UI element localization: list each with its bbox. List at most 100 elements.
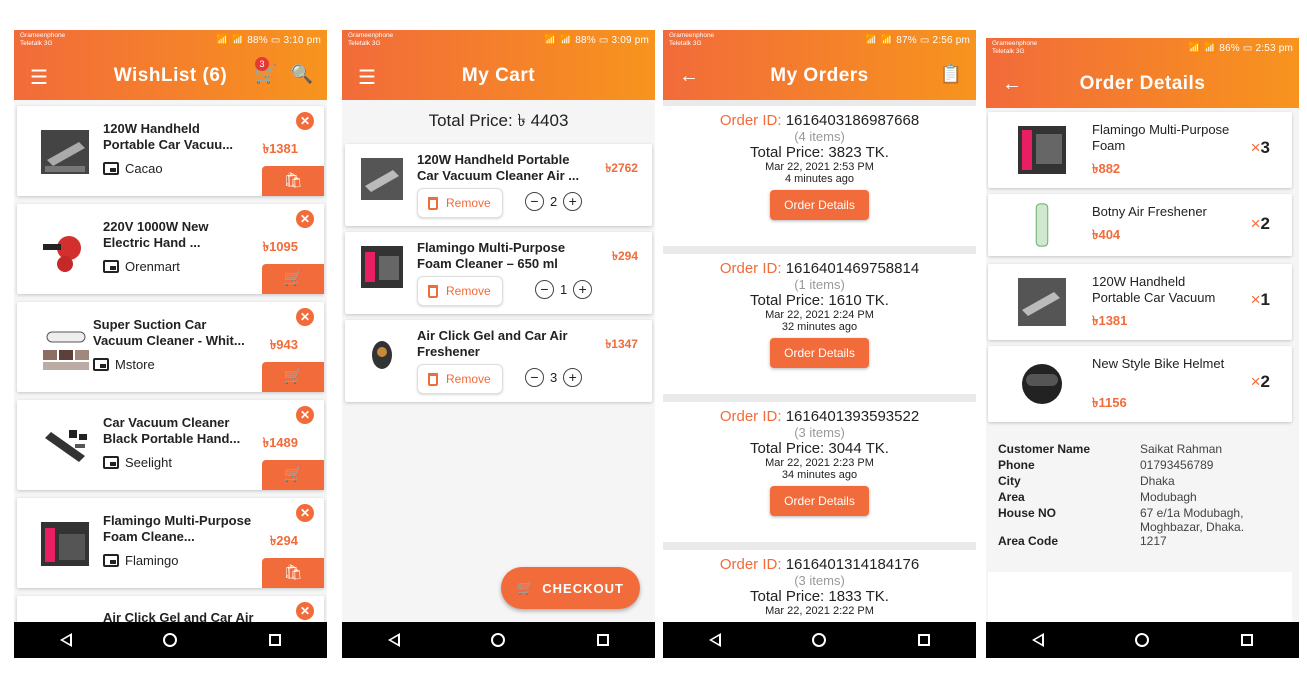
store-label: Seelight	[103, 455, 172, 470]
product-name: 120W Handheld Portable Car Vacuum Cleane…	[417, 152, 580, 183]
order-details-button[interactable]: Order Details	[770, 190, 869, 220]
product-image	[1018, 126, 1066, 174]
remove-icon[interactable]: ✕	[296, 602, 314, 620]
app-bar: ☰ WishList (6) 🛒 3 🔍	[14, 52, 327, 100]
home-nav-icon[interactable]	[812, 633, 827, 647]
order-total: Total Price: 1610 TK.	[750, 292, 889, 309]
back-nav-icon[interactable]	[708, 633, 721, 647]
product-price: ৳1381	[1092, 313, 1128, 328]
quantity: ×2	[1250, 214, 1270, 233]
decrement-button[interactable]: −	[525, 368, 544, 387]
add-to-cart-button[interactable]: 🛒	[262, 264, 324, 294]
increment-button[interactable]: +	[563, 368, 583, 387]
product-name: 220V 1000W New Electric Hand ...	[103, 219, 209, 250]
order-line-item: Botny Air Freshener ৳404 ×2	[988, 194, 1292, 256]
carrier-text: Grameenphone Teletalk 3G	[348, 32, 394, 47]
product-price: ৳1156	[1092, 395, 1127, 410]
home-nav-icon[interactable]	[491, 633, 506, 647]
order-card: Order ID: 1616401393593522 (3 items) Tot…	[663, 402, 976, 542]
store-icon	[93, 358, 109, 371]
quantity-stepper: −3 +	[525, 368, 583, 387]
decrement-button[interactable]: −	[525, 192, 544, 211]
page-title: Order Details	[1079, 73, 1206, 94]
status-bar: Grameenphone Teletalk 3G 📶 📶 86% ▭ 2:53 p…	[986, 38, 1299, 60]
quantity-stepper: −2 +	[525, 192, 583, 211]
add-to-cart-button[interactable]: 🛒	[262, 362, 324, 392]
decrement-button[interactable]: −	[535, 280, 554, 299]
city-value: Dhaka	[1140, 474, 1175, 488]
status-right: 📶 📶 88% ▭ 3:09 pm	[543, 35, 649, 46]
order-list-icon[interactable]: 📋	[940, 64, 962, 85]
order-card: Order ID: 1616403186987668 (4 items) Tot…	[663, 106, 976, 246]
app-bar: ☰ My Cart	[342, 52, 655, 100]
home-nav-icon[interactable]	[1135, 633, 1150, 647]
order-items-count: (3 items)	[794, 425, 845, 440]
order-line-item: New Style Bike Helmet ৳1156 ×2	[988, 346, 1292, 422]
phone-label: Phone	[998, 458, 1035, 472]
product-image	[43, 236, 81, 272]
wishlist-item[interactable]: 220V 1000W New Electric Hand ... Orenmar…	[17, 204, 324, 294]
cart-screen: Grameenphone Teletalk 3G 📶 📶 88% ▭ 3:09 p…	[342, 30, 655, 658]
remove-icon[interactable]: ✕	[296, 112, 314, 130]
add-to-cart-button[interactable]: 🛒	[262, 460, 324, 490]
city-label: City	[998, 474, 1021, 488]
remove-icon[interactable]: ✕	[296, 308, 314, 326]
product-image	[43, 331, 89, 370]
product-name: Botny Air Freshener	[1092, 204, 1207, 219]
back-nav-icon[interactable]	[1031, 633, 1044, 647]
product-image	[1022, 364, 1062, 404]
back-nav-icon[interactable]	[59, 633, 72, 647]
wishlist-item[interactable]: Super Suction Car Vacuum Cleaner - Whit.…	[17, 302, 324, 392]
remove-button[interactable]: Remove	[417, 276, 503, 306]
wishlist-item[interactable]: Car Vacuum Cleaner Black Portable Hand..…	[17, 400, 324, 490]
remove-button[interactable]: Remove	[417, 188, 503, 218]
order-id: Order ID: 1616401314184176	[719, 556, 920, 573]
add-to-bag-button[interactable]: 🛍	[262, 558, 324, 588]
quantity-value: 2	[550, 194, 558, 209]
checkout-button[interactable]: 🛒 CHECKOUT	[501, 567, 640, 609]
trash-icon	[428, 372, 438, 386]
product-name: Car Vacuum Cleaner Black Portable Hand..…	[103, 415, 241, 446]
area-code-label: Area Code	[998, 534, 1059, 548]
recents-nav-icon[interactable]	[1241, 634, 1254, 646]
back-arrow-icon[interactable]: ←	[679, 65, 699, 88]
search-icon[interactable]: 🔍	[291, 64, 313, 85]
add-to-bag-button[interactable]: 🛍	[262, 166, 324, 196]
remove-icon[interactable]: ✕	[296, 210, 314, 228]
order-date: Mar 22, 2021 2:23 PM	[765, 457, 874, 469]
house-label: House NO	[998, 506, 1057, 520]
area-code-value: 1217	[1140, 534, 1167, 548]
product-image	[361, 158, 403, 200]
increment-button[interactable]: +	[573, 280, 593, 299]
status-bar: Grameenphone Teletalk 3G 📶 📶 88% ▭ 3:10 p…	[14, 30, 327, 52]
quantity-stepper: −1 +	[535, 280, 593, 299]
product-price: ৳294	[612, 249, 638, 263]
order-details-button[interactable]: Order Details	[770, 486, 869, 516]
recents-nav-icon[interactable]	[269, 634, 282, 646]
remove-icon[interactable]: ✕	[296, 504, 314, 522]
menu-icon[interactable]: ☰	[30, 65, 48, 90]
order-date: Mar 22, 2021 2:53 PM	[765, 161, 874, 173]
wishlist-item[interactable]: Flamingo Multi-Purpose Foam Cleane... Fl…	[17, 498, 324, 588]
system-nav-bar	[342, 622, 655, 658]
wishlist-item[interactable]: 120W Handheld Portable Car Vacuu... Caca…	[17, 106, 324, 196]
increment-button[interactable]: +	[563, 192, 583, 211]
recents-nav-icon[interactable]	[918, 634, 931, 646]
product-name: 120W Handheld Portable Car Vacuu...	[103, 121, 234, 152]
back-arrow-icon[interactable]: ←	[1002, 73, 1022, 96]
remove-button[interactable]: Remove	[417, 364, 503, 394]
order-details-button[interactable]: Order Details	[770, 338, 869, 368]
recents-nav-icon[interactable]	[597, 634, 610, 646]
product-name: 120W Handheld Portable Car Vacuum	[1092, 274, 1216, 305]
status-right: 📶 📶 87% ▭ 2:56 pm	[864, 35, 970, 46]
product-name: Flamingo Multi-Purpose Foam Cleaner – 65…	[417, 240, 566, 271]
order-age: 34 minutes ago	[781, 469, 858, 481]
remove-icon[interactable]: ✕	[296, 406, 314, 424]
quantity-value: 3	[550, 370, 558, 385]
store-label: Mstore	[93, 357, 155, 372]
customer-name: Saikat Rahman	[1140, 442, 1223, 456]
home-nav-icon[interactable]	[163, 633, 178, 647]
back-nav-icon[interactable]	[387, 633, 400, 647]
menu-icon[interactable]: ☰	[358, 65, 376, 90]
cart-total: Total Price: ৳ 4403	[428, 111, 569, 130]
